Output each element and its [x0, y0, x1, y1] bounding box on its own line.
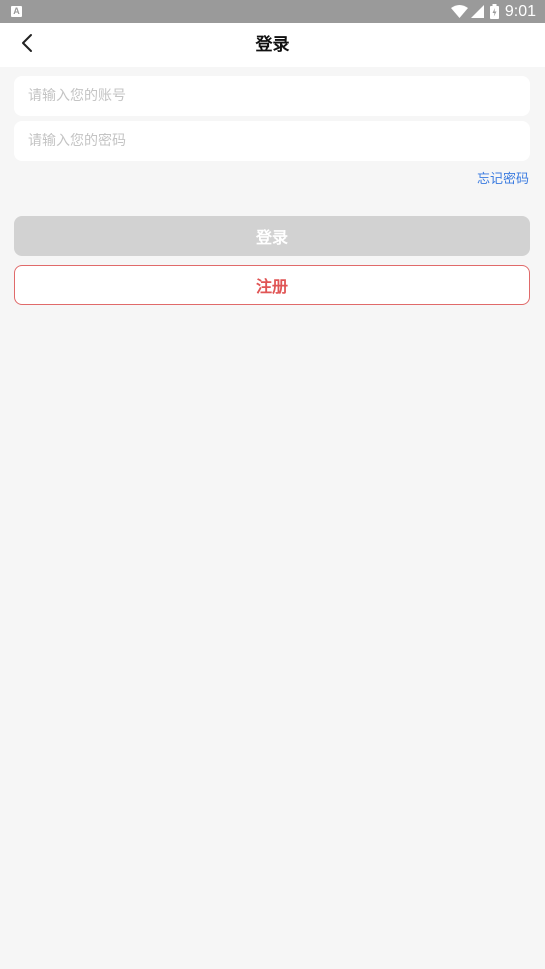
nav-bar: 登录 [0, 23, 545, 67]
chevron-left-icon [20, 33, 34, 57]
status-time: 9:01 [504, 3, 536, 20]
login-button[interactable]: 登录 [14, 216, 530, 256]
account-input[interactable] [28, 88, 516, 104]
forgot-password-link[interactable]: 忘记密码 [477, 170, 529, 190]
password-input[interactable] [28, 133, 516, 149]
password-field-container [14, 121, 530, 161]
back-button[interactable] [10, 29, 44, 61]
battery-icon [489, 4, 499, 19]
wifi-icon [450, 5, 468, 18]
status-bar: A 9:01 [0, 0, 545, 23]
app-notification-icon: A [11, 6, 22, 17]
register-button[interactable]: 注册 [14, 265, 530, 305]
signal-icon [470, 5, 484, 18]
status-right-group: 9:01 [450, 0, 536, 23]
account-field-container [14, 76, 530, 116]
page-title: 登录 [255, 35, 290, 55]
login-screen: A 9:01 登录 请输入您的账号 忘记密码 登录 注册 [0, 0, 545, 969]
